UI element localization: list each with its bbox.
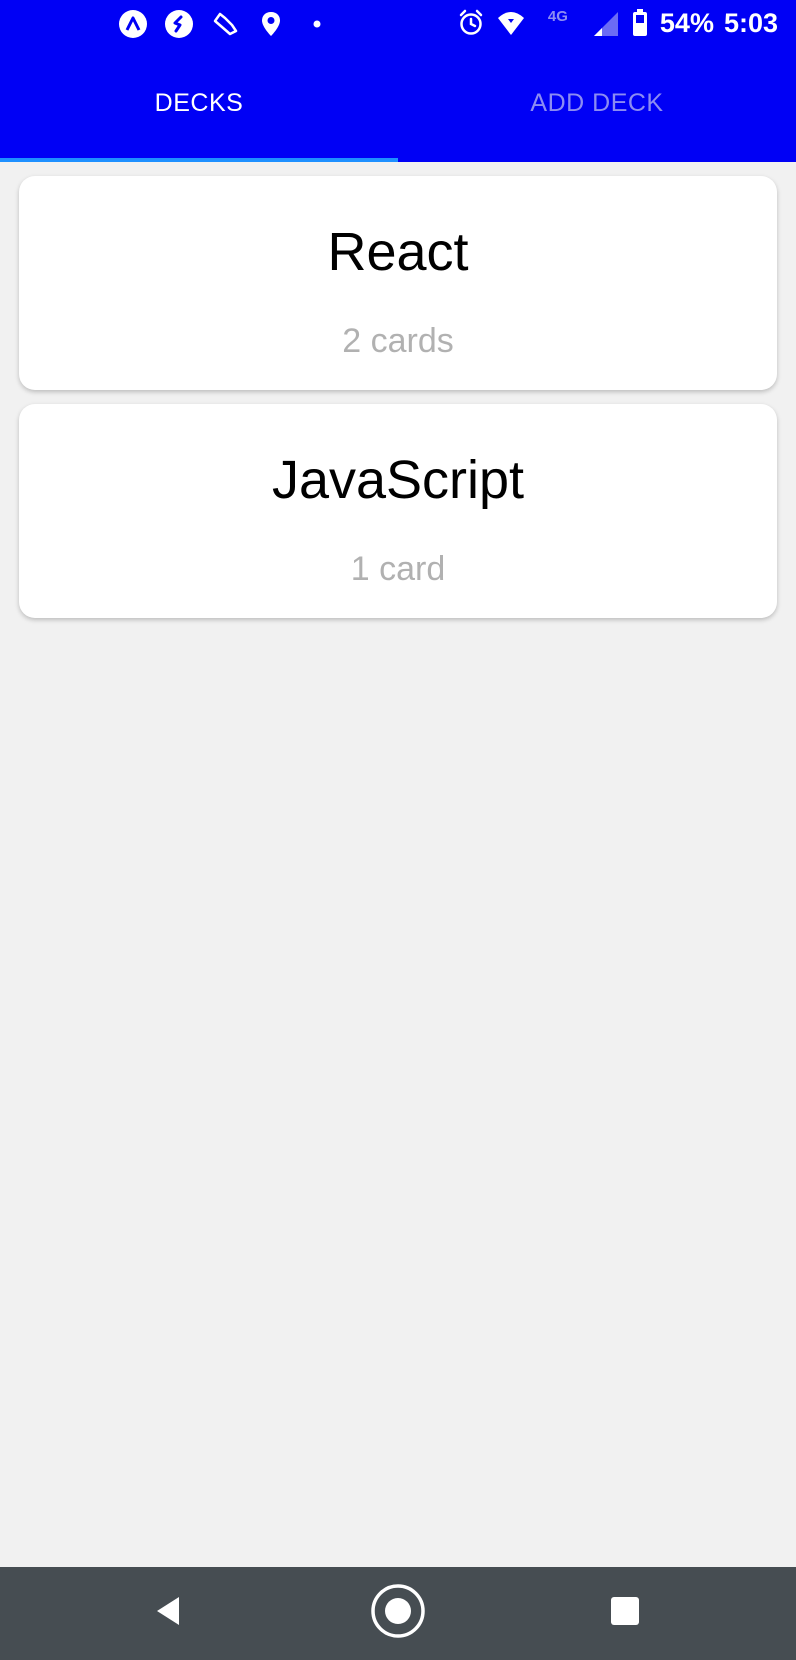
home-icon bbox=[370, 1583, 426, 1644]
deck-card-count: 1 card bbox=[350, 550, 446, 588]
deck-title: JavaScript bbox=[271, 450, 525, 510]
recents-button[interactable] bbox=[565, 1567, 685, 1660]
fitness-icon bbox=[210, 9, 240, 39]
tab-decks-label: DECKS bbox=[154, 88, 244, 117]
system-nav-bar bbox=[0, 1567, 796, 1660]
wifi-icon bbox=[496, 8, 526, 38]
back-icon bbox=[151, 1594, 185, 1633]
tab-bar: DECKS ADD DECK bbox=[0, 48, 796, 162]
shazam-icon bbox=[164, 9, 194, 39]
deck-card[interactable]: React 2 cards bbox=[19, 176, 777, 390]
expo-icon bbox=[118, 9, 148, 39]
battery-icon bbox=[630, 8, 650, 38]
alarm-icon bbox=[456, 8, 486, 38]
lte-icon: 4G bbox=[547, 8, 568, 25]
signal-icon bbox=[590, 8, 620, 38]
battery-percent: 54% bbox=[659, 8, 714, 38]
clock-time: 5:03 bbox=[723, 8, 778, 38]
tab-add-deck[interactable]: ADD DECK bbox=[398, 48, 796, 158]
status-right-icons: 4G 54% 5:03 bbox=[456, 8, 778, 38]
status-bar: 4G 54% 5:03 bbox=[0, 0, 796, 48]
back-button[interactable] bbox=[108, 1567, 228, 1660]
recents-icon bbox=[609, 1595, 641, 1632]
status-left-icons bbox=[118, 9, 332, 39]
tab-decks[interactable]: DECKS bbox=[0, 48, 398, 158]
deck-card[interactable]: JavaScript 1 card bbox=[19, 404, 777, 618]
active-tab-indicator bbox=[0, 158, 398, 162]
location-icon bbox=[256, 9, 286, 39]
deck-title: React bbox=[327, 222, 469, 282]
notification-dot-icon bbox=[302, 9, 332, 39]
deck-card-count: 2 cards bbox=[342, 322, 454, 360]
home-button[interactable] bbox=[338, 1567, 458, 1660]
tab-add-deck-label: ADD DECK bbox=[530, 88, 664, 117]
